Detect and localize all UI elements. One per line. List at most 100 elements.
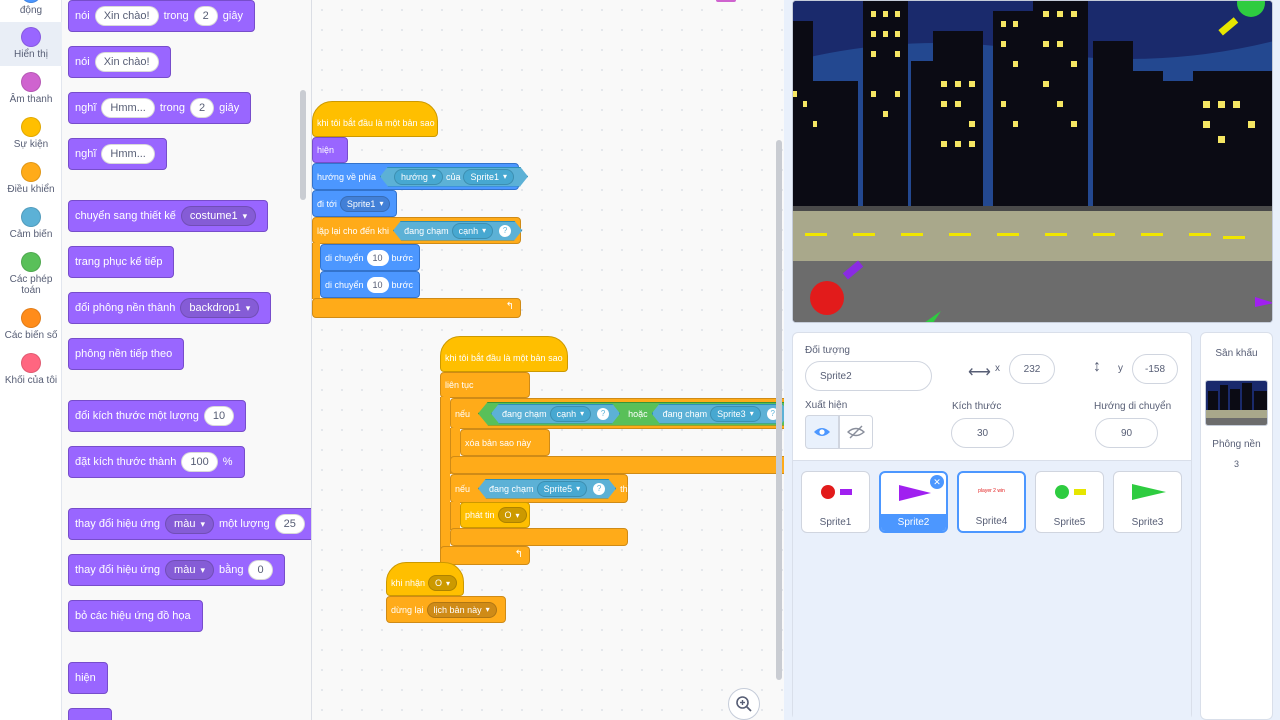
sprite-tile-sprite2[interactable]: ✕ Sprite2 <box>879 471 948 533</box>
code-area[interactable]: khi tôi bắt đầu là một bản sao hiện hướn… <box>312 0 784 720</box>
move-steps-block[interactable]: di chuyển 10 bước <box>320 244 420 271</box>
when-receive-hat[interactable]: khi nhận O <box>386 562 464 596</box>
goto-block[interactable]: đi tới Sprite1 <box>312 190 397 217</box>
point-towards-block[interactable]: hướng về phía hướng của Sprite1 <box>312 163 519 190</box>
category-motion[interactable]: động <box>0 0 62 22</box>
size-input[interactable]: 30 <box>951 418 1014 448</box>
think-block[interactable]: nghĩ Hmm... <box>68 138 167 170</box>
change-size-block[interactable]: đổi kích thước một lượng 10 <box>68 400 247 432</box>
effect-input[interactable]: 0 <box>248 560 273 580</box>
category-looks[interactable]: Hiển thị <box>0 22 62 66</box>
direction-input[interactable]: 90 <box>1095 418 1158 448</box>
message-input[interactable]: Hmm... <box>101 144 155 164</box>
think-for-secs-block[interactable]: nghĩ Hmm... trong 2 giây <box>68 92 252 124</box>
backdrop-thumbnail[interactable] <box>1205 380 1268 426</box>
block-text: đang chạm <box>502 408 547 419</box>
switch-backdrop-block[interactable]: đổi phông nền thành backdrop1 <box>68 292 272 324</box>
touching-dropdown[interactable]: Sprite5 <box>537 481 588 497</box>
set-size-block[interactable]: đặt kích thước thành 100 % <box>68 446 245 478</box>
stop-block[interactable]: dừng lại lịch bản này <box>386 596 506 623</box>
category-operators[interactable]: Các phép toán <box>0 247 62 296</box>
or-operator[interactable]: đang chạm cạnh ? hoặc đang chạm Sprite3 … <box>478 402 784 426</box>
category-sensing[interactable]: Cảm biến <box>0 202 62 246</box>
when-clone-starts-hat[interactable]: khi tôi bắt đầu là một bản sao <box>312 101 438 137</box>
category-events[interactable]: Sự kiện <box>0 112 62 156</box>
show-block[interactable]: hiện <box>68 662 108 694</box>
hide-block[interactable] <box>68 708 112 720</box>
sprite-dropdown[interactable]: Sprite1 <box>463 169 514 185</box>
sprite-name-input[interactable]: Sprite2 <box>805 361 932 391</box>
code-scrollbar[interactable] <box>776 140 782 680</box>
secs-input[interactable]: 2 <box>189 98 215 118</box>
steps-input[interactable]: 10 <box>366 276 389 293</box>
secs-input[interactable]: 2 <box>193 6 218 26</box>
block-text: bước <box>391 279 413 290</box>
category-control[interactable]: Điều khiển <box>0 157 62 201</box>
if-block[interactable]: nếu đang chạm Sprite5 ? thì <box>450 474 630 503</box>
backdrop-dropdown[interactable]: backdrop1 <box>180 298 260 318</box>
target-dropdown[interactable]: Sprite1 <box>339 195 391 212</box>
message-dropdown[interactable]: O <box>428 575 458 591</box>
stage[interactable] <box>792 0 1273 323</box>
sound-icon <box>21 72 41 92</box>
direction-label: Hướng di chuyển <box>1094 401 1172 412</box>
next-backdrop-block[interactable]: phông nền tiếp theo <box>68 338 185 370</box>
category-sound[interactable]: Âm thanh <box>0 67 62 111</box>
palette-scrollbar[interactable] <box>300 90 306 200</box>
touching-dropdown[interactable]: cạnh <box>452 223 494 239</box>
if-block[interactable]: nếu đang chạm cạnh ? hoặc đang chạm Spri… <box>450 398 784 429</box>
control-icon <box>21 162 41 182</box>
message-dropdown[interactable]: O <box>497 507 527 523</box>
offscreen-block[interactable] <box>716 0 736 2</box>
sprite-tile-sprite1[interactable]: Sprite1 <box>801 471 870 533</box>
y-input[interactable]: -158 <box>1132 354 1178 384</box>
move-steps-block[interactable]: di chuyển 10 bước <box>320 271 420 298</box>
sprite-tile-sprite3[interactable]: Sprite3 <box>1113 471 1182 533</box>
costume-dropdown[interactable]: costume1 <box>180 206 257 226</box>
touching-condition[interactable]: đang chạm Sprite5 ? <box>478 479 616 499</box>
effect-dropdown[interactable]: màu <box>165 560 214 580</box>
touching-dropdown[interactable]: Sprite3 <box>710 406 761 422</box>
attribute-dropdown[interactable]: hướng <box>394 169 443 185</box>
steps-input[interactable]: 10 <box>366 249 389 266</box>
message-input[interactable]: Hmm... <box>101 98 155 118</box>
switch-costume-block[interactable]: chuyển sang thiết kế costume1 <box>68 200 269 232</box>
effect-dropdown[interactable]: màu <box>165 514 214 534</box>
show-block[interactable]: hiện <box>312 137 348 163</box>
forever-block[interactable]: liên tục <box>440 372 530 398</box>
message-input[interactable]: Xin chào! <box>94 6 159 26</box>
change-effect-block[interactable]: thay đổi hiệu ứng màu một lượng 25 <box>68 508 311 540</box>
hide-sprite-toggle[interactable] <box>839 415 873 449</box>
delete-clone-block[interactable]: xóa bản sao này <box>460 429 550 456</box>
category-variables[interactable]: Các biến số <box>0 303 62 347</box>
loop-arrow-icon: ↰ <box>514 549 523 560</box>
touching-condition[interactable]: đang chạm cạnh ? <box>491 404 620 424</box>
next-costume-block[interactable]: trang phục kế tiếp <box>68 246 175 278</box>
sprite5-thumbnail <box>1055 485 1086 499</box>
x-input[interactable]: 232 <box>1009 354 1055 384</box>
repeat-until-block[interactable]: lặp lại cho đến khi đang chạm cạnh ? <box>312 217 521 244</box>
sprite-tile-sprite4[interactable]: player 2 win Sprite4 <box>957 471 1026 533</box>
attribute-of-reporter[interactable]: hướng của Sprite1 <box>380 167 528 187</box>
say-for-secs-block[interactable]: nói Xin chào! trong 2 giây <box>68 0 255 32</box>
size-input[interactable]: 100 <box>181 452 218 472</box>
sprite-tile-sprite5[interactable]: Sprite5 <box>1035 471 1104 533</box>
touching-dropdown[interactable]: cạnh <box>550 406 592 422</box>
category-my-blocks[interactable]: Khối của tôi <box>0 348 62 392</box>
zoom-in-button[interactable] <box>728 688 760 720</box>
delete-sprite-button[interactable]: ✕ <box>930 475 944 489</box>
size-input[interactable]: 10 <box>203 406 235 426</box>
category-label: Sự kiện <box>13 139 49 150</box>
effect-input[interactable]: 25 <box>274 514 305 534</box>
stop-option-dropdown[interactable]: lịch bản này <box>426 601 497 618</box>
broadcast-block[interactable]: phát tin O <box>460 502 530 528</box>
clear-effects-block[interactable]: bỏ các hiệu ứng đồ họa <box>68 600 203 632</box>
say-block[interactable]: nói Xin chào! <box>68 46 171 78</box>
when-clone-starts-hat[interactable]: khi tôi bắt đầu là một bản sao <box>440 336 568 372</box>
object-label: Đối tượng <box>805 345 850 356</box>
touching-condition[interactable]: đang chạm cạnh ? <box>393 221 522 241</box>
show-sprite-toggle[interactable] <box>805 415 839 449</box>
set-effect-block[interactable]: thay đổi hiệu ứng màu bằng 0 <box>68 554 285 586</box>
message-input[interactable]: Xin chào! <box>94 52 159 72</box>
touching-condition[interactable]: đang chạm Sprite3 ? <box>652 404 784 424</box>
